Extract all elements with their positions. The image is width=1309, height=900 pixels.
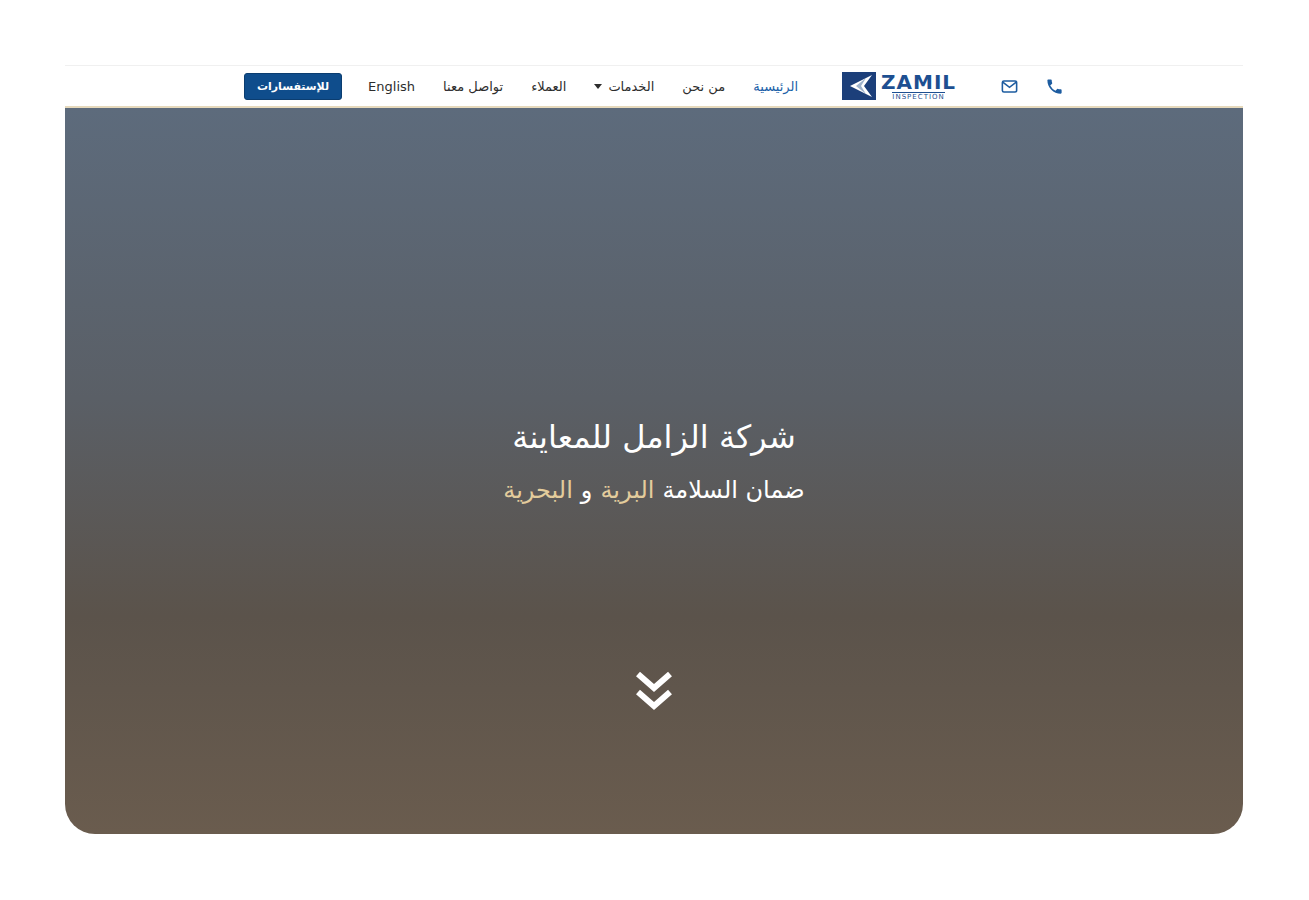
logo-text: ZAMILINSPECTION [881,72,956,101]
nav-item[interactable]: العملاء [531,79,566,94]
inquiries-button[interactable]: للإستفسارات [244,73,342,100]
header: ZAMILINSPECTION الرئيسية من نحن الخدمات العم… [65,65,1243,108]
nav-item[interactable]: الخدمات [594,79,654,94]
logo[interactable]: ZAMILINSPECTION [842,72,956,101]
subtitle-segment: و [581,476,593,504]
phone-icon[interactable] [1045,77,1064,96]
nav-label: English [368,79,415,94]
nav-label: الخدمات [608,79,654,94]
hero: شركة الزامل للمعاينة ضمان السلامة البريةوا… [65,108,1243,834]
nav-item[interactable]: تواصل معنا [443,79,503,94]
site-frame: ZAMILINSPECTION الرئيسية من نحن الخدمات العم… [65,65,1243,834]
nav-item[interactable]: English [368,79,415,94]
nav-label: من نحن [682,79,725,94]
nav-label: تواصل معنا [443,79,503,94]
scroll-down-icon[interactable] [630,668,678,716]
header-bar: ZAMILINSPECTION الرئيسية من نحن الخدمات العم… [244,68,1064,105]
logo-mark-icon [842,72,876,100]
envelope-icon[interactable] [1000,77,1019,96]
hero-subtitle: ضمان السلامة البريةو البحرية [503,476,804,504]
subtitle-segment: البرية [600,476,654,504]
logo-tagline: INSPECTION [892,92,944,101]
main-nav: الرئيسية من نحن الخدمات العملاء تواصل معنا En… [368,79,798,94]
hero-title: شركة الزامل للمعاينة [512,418,796,456]
subtitle-segment: البحرية [503,476,573,504]
nav-item[interactable]: الرئيسية [753,79,798,94]
nav-item[interactable]: من نحن [682,79,725,94]
subtitle-segment: ضمان السلامة [662,476,804,504]
page: ZAMILINSPECTION الرئيسية من نحن الخدمات العم… [0,0,1309,900]
nav-label: الرئيسية [753,79,798,94]
caret-icon [594,84,602,89]
logo-name: ZAMIL [881,72,956,92]
nav-label: العملاء [531,79,566,94]
